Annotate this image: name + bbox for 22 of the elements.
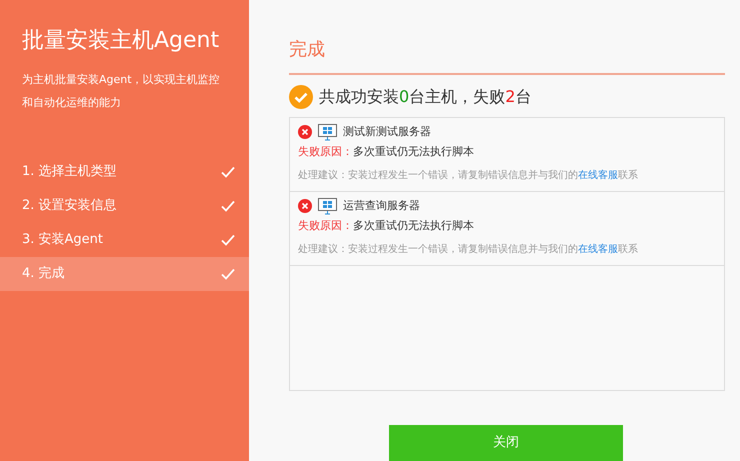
summary-text: 共成功安装0台主机，失败2台 (319, 86, 532, 108)
failure-reason: 多次重试仍无法执行脚本 (353, 144, 474, 160)
step-item[interactable]: 2. 设置安装信息 (0, 189, 249, 223)
sidebar-title: 批量安装主机Agent (22, 27, 220, 55)
page-title: 完成 (289, 38, 325, 62)
windows-monitor-icon (318, 124, 337, 140)
advice-text: 处理建议：安装过程发生一个错误，请复制错误信息并与我们的在线客服联系 (298, 240, 639, 258)
check-circle-icon (289, 85, 313, 109)
advice-text: 处理建议：安装过程发生一个错误，请复制错误信息并与我们的在线客服联系 (298, 166, 639, 184)
host-name: 运营查询服务器 (343, 198, 420, 214)
failure-label: 失败原因： (298, 218, 353, 234)
close-button[interactable]: 关闭 (389, 425, 623, 461)
failure-reason: 多次重试仍无法执行脚本 (353, 218, 474, 234)
step-item[interactable]: 4. 完成 (0, 257, 249, 291)
support-link[interactable]: 在线客服 (578, 168, 618, 182)
failure-label: 失败原因： (298, 144, 353, 160)
step-item[interactable]: 1. 选择主机类型 (0, 155, 249, 189)
support-link[interactable]: 在线客服 (578, 242, 618, 256)
windows-monitor-icon (318, 198, 337, 214)
step-item[interactable]: 3. 安装Agent (0, 223, 249, 257)
host-name: 测试新测试服务器 (343, 124, 431, 140)
sidebar-description: 为主机批量安装Agent，以实现主机监控和自动化运维的能力 (22, 72, 221, 111)
